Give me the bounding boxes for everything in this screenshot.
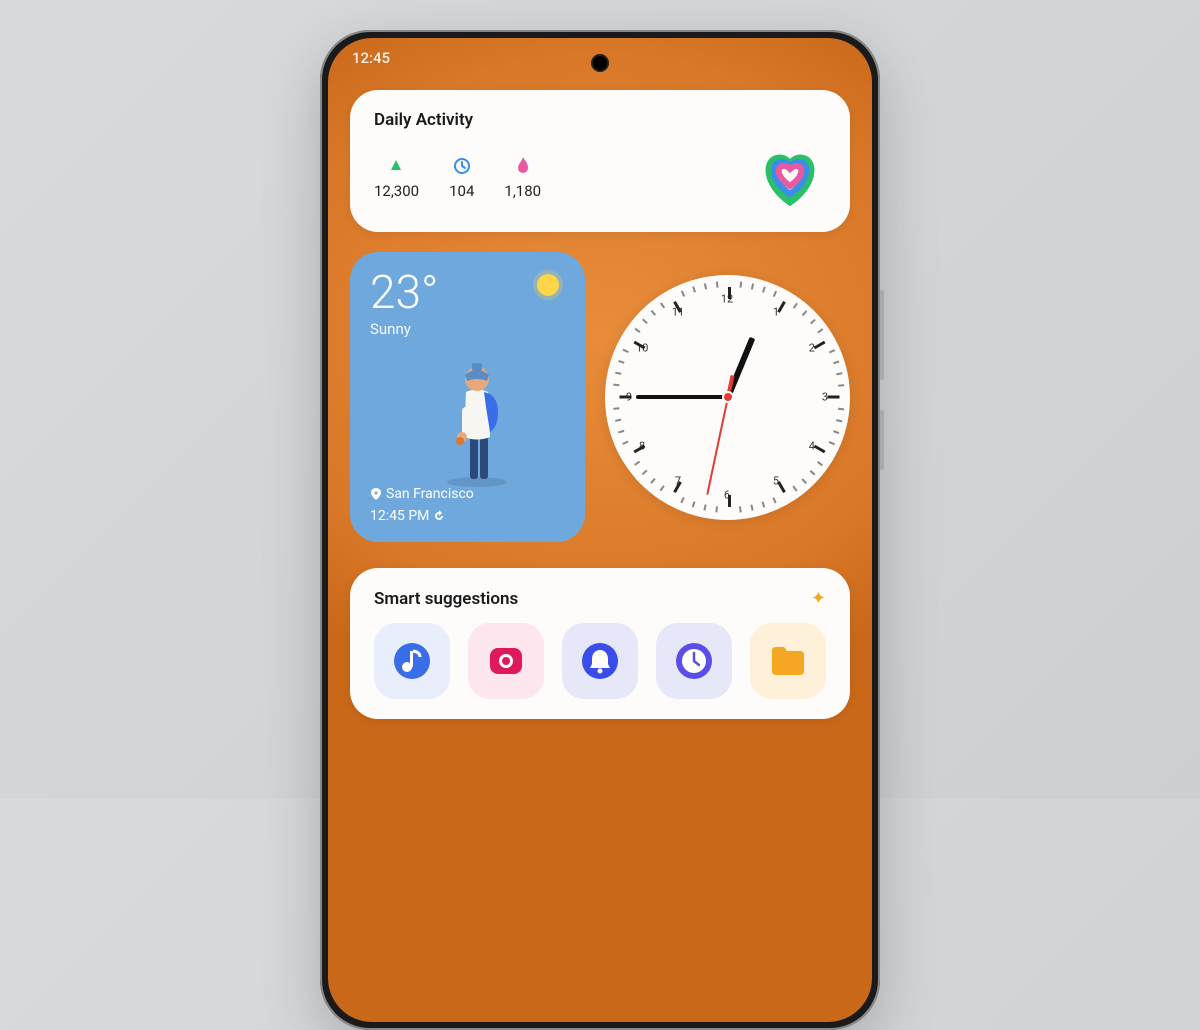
phone-screen: 12:45 Daily Activity 12,300: [328, 38, 872, 1022]
phone-frame: 12:45 Daily Activity 12,300: [320, 30, 880, 1030]
second-hand: [706, 397, 729, 495]
clock-app[interactable]: [656, 623, 732, 699]
daily-activity-title: Daily Activity: [374, 110, 826, 130]
minute-hand: [636, 395, 728, 399]
weather-time: 12:45 PM: [370, 508, 445, 524]
front-camera-hole: [591, 54, 609, 72]
steps-icon: [387, 156, 407, 176]
weather-temperature: 23°: [370, 270, 565, 316]
activity-rings-icon: [754, 144, 826, 212]
weather-location: San Francisco: [370, 486, 474, 502]
calories-metric: 1,180: [504, 156, 541, 200]
clock-app-icon: [674, 641, 714, 681]
folder-icon: [769, 644, 807, 678]
music-note-icon: [392, 641, 432, 681]
weather-illustration: [432, 337, 522, 491]
camera-app[interactable]: [468, 623, 544, 699]
clock-center-pin: [722, 391, 734, 403]
weather-widget[interactable]: 23° Sunny: [350, 252, 585, 542]
power-button[interactable]: [880, 410, 884, 470]
volume-button[interactable]: [880, 290, 884, 380]
weather-condition: Sunny: [370, 320, 565, 338]
analog-clock-widget[interactable]: 121110987654321: [605, 275, 850, 520]
sparkle-icon: ✦: [811, 588, 826, 609]
calories-value: 1,180: [504, 182, 541, 200]
files-app[interactable]: [750, 623, 826, 699]
refresh-icon: [433, 510, 445, 522]
bell-icon: [580, 641, 620, 681]
steps-value: 12,300: [374, 182, 419, 200]
steps-metric: 12,300: [374, 156, 419, 200]
pin-icon: [370, 488, 382, 500]
flame-icon: [513, 156, 533, 176]
active-minutes-metric: 104: [449, 156, 474, 200]
music-app[interactable]: [374, 623, 450, 699]
minutes-value: 104: [449, 182, 474, 200]
camera-icon: [487, 642, 525, 680]
statusbar-time: 12:45: [352, 49, 390, 67]
smart-suggestions-widget[interactable]: Smart suggestions ✦: [350, 568, 850, 719]
suggestions-title: Smart suggestions: [374, 589, 518, 609]
sun-icon: [537, 274, 559, 296]
reminder-app[interactable]: [562, 623, 638, 699]
daily-activity-widget[interactable]: Daily Activity 12,300 104: [350, 90, 850, 232]
clock-icon: [452, 156, 472, 176]
